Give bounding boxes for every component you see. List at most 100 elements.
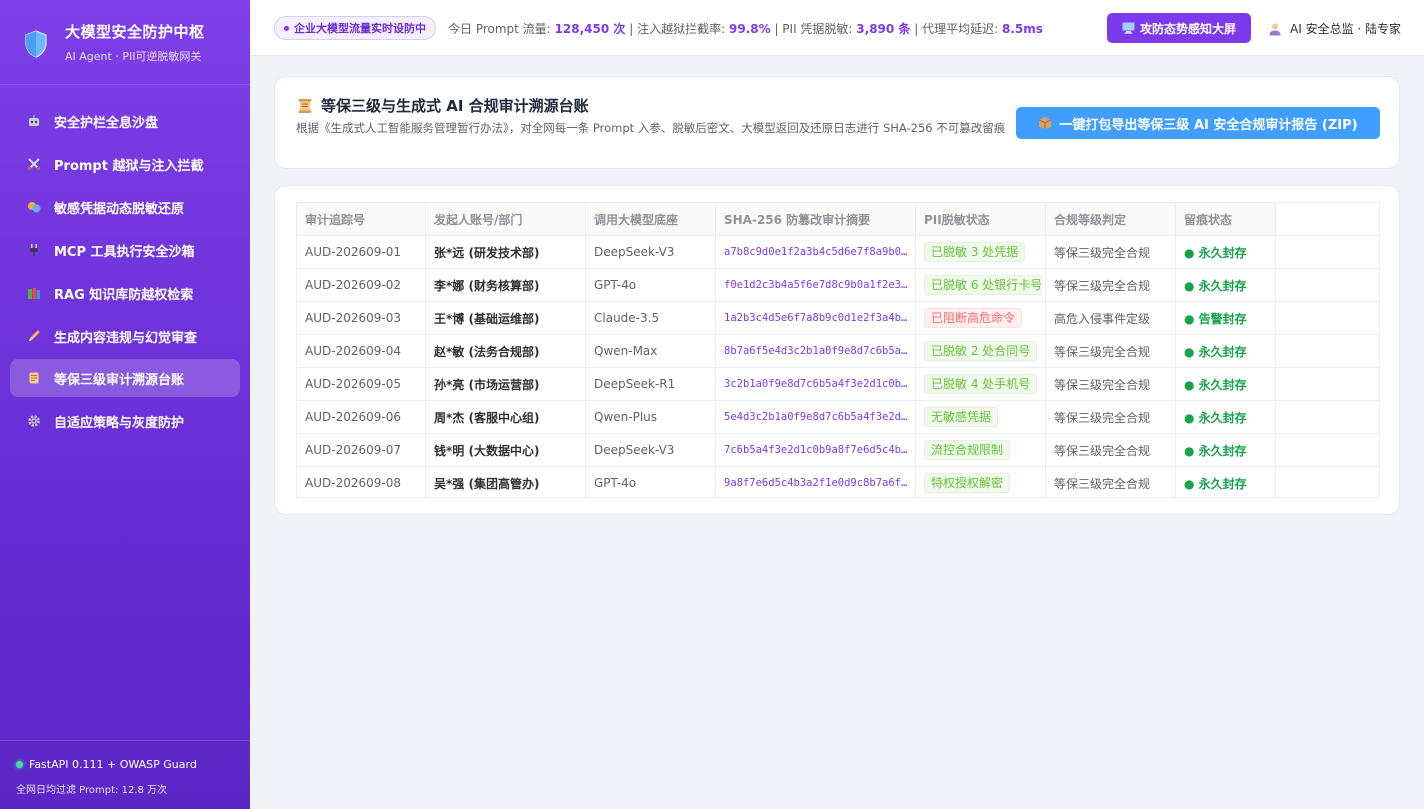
table-row[interactable]: AUD-202609-02 李*娜 (财务核算部) GPT-4o f0e1d2c3b4… bbox=[297, 269, 1381, 302]
pii-status-tag: 流控合规限制 bbox=[924, 440, 1011, 460]
requester: 吴*强 (集团高管办) bbox=[426, 467, 586, 499]
pii-status-wrap: 已脱敏 2 处合同号 bbox=[924, 341, 1042, 361]
table-row[interactable]: AUD-202609-07 钱*明 (大数据中心) DeepSeek-V3 7c6b5… bbox=[297, 434, 1381, 467]
archive-status: ● 永久封存 bbox=[1184, 278, 1247, 293]
service-status: FastAPI 0.111 + OWASP Guard bbox=[16, 758, 197, 771]
requester: 赵*敏 (法务合规部) bbox=[426, 335, 586, 367]
column-header[interactable]: PII脱敏状态 bbox=[916, 203, 1046, 235]
model-name: DeepSeek-V3 bbox=[586, 236, 716, 268]
pii-status-tag: 已脱敏 4 处手机号 bbox=[924, 374, 1038, 394]
requester: 王*博 (基础运维部) bbox=[426, 302, 586, 334]
sha256-digest: 9a8f7e6d5c4b3a2f1e0d9c8b7a6f5e4d bbox=[724, 477, 909, 489]
user-name: AI 安全总监 · 陆专家 bbox=[1290, 22, 1402, 36]
situation-screen-button[interactable]: 攻防态势感知大屏 bbox=[1107, 13, 1251, 43]
daily-filter-count: 全网日均过滤 Prompt: 12.8 万次 bbox=[16, 785, 168, 796]
column-header[interactable]: SHA-256 防篡改审计摘要 bbox=[716, 203, 916, 235]
live-dot-icon bbox=[284, 25, 289, 31]
audit-table: 审计追踪号 发起人账号/部门 调用大模型底座 SHA-256 防篡改审计摘要 P… bbox=[296, 202, 1381, 500]
sidebar-item-label: 自适应策略与灰度防护 bbox=[54, 415, 185, 431]
sha256-digest-cell: f0e1d2c3b4a5f6e7d8c9b0a1f2e3d4c5 bbox=[716, 269, 916, 301]
user-avatar-icon bbox=[1269, 23, 1281, 35]
sha256-digest: a7b8c9d0e1f2a3b4c5d6e7f8a9b0c1d2 bbox=[724, 246, 909, 258]
situation-screen-label: 攻防态势感知大屏 bbox=[1139, 21, 1236, 36]
sidebar-item-rag[interactable]: RAG 知识库防越权检索 bbox=[10, 274, 240, 312]
sha256-digest: 5e4d3c2b1a0f9e8d7c6b5a4f3e2d1c0b bbox=[724, 411, 909, 423]
pii-status-wrap: 已脱敏 4 处手机号 bbox=[924, 374, 1042, 394]
page-title: 等保三级与生成式 AI 合规审计溯源台账 bbox=[297, 95, 589, 116]
pii-status-wrap: 无敏感凭据 bbox=[924, 407, 1042, 427]
model-name: GPT-4o bbox=[586, 269, 716, 301]
sha256-digest-cell: 8b7a6f5e4d3c2b1a0f9e8d7c6b5a4f3e bbox=[716, 335, 916, 367]
sidebar: 大模型安全防护中枢 AI Agent · PII可逆脱敏网关 安全护栏全息沙盘 … bbox=[0, 0, 250, 809]
pii-status-tag: 已脱敏 3 处凭据 bbox=[924, 242, 1026, 262]
sidebar-item-audit-ledger[interactable]: 等保三级审计溯源台账 bbox=[10, 359, 240, 397]
pii-status-cell: 流控合规限制 bbox=[916, 434, 1046, 466]
compliance-level: 等保三级完全合规 bbox=[1046, 401, 1176, 433]
requester: 周*杰 (客服中心组) bbox=[426, 401, 586, 433]
pii-count-value: 3,890 条 bbox=[856, 22, 911, 36]
pii-status-wrap: 特权授权解密 bbox=[924, 473, 1042, 493]
requester: 张*远 (研发技术部) bbox=[426, 236, 586, 268]
table-row[interactable]: AUD-202609-08 吴*强 (集团高管办) GPT-4o 9a8f7e6d5c… bbox=[297, 467, 1381, 500]
requester: 李*娜 (财务核算部) bbox=[426, 269, 586, 301]
archive-status-cell: ● 永久封存 bbox=[1176, 401, 1276, 433]
compliance-level: 等保三级完全合规 bbox=[1046, 269, 1176, 301]
archive-status: ● 永久封存 bbox=[1184, 410, 1247, 425]
compliance-level: 等保三级完全合规 bbox=[1046, 467, 1176, 499]
block-rate-label: | 注入越狱拦截率: bbox=[629, 22, 726, 36]
table-row[interactable]: AUD-202609-05 孙*亮 (市场运营部) DeepSeek-R1 3c2b1… bbox=[297, 368, 1381, 401]
pii-status-wrap: 已阻断高危命令 bbox=[924, 308, 1042, 328]
table-header: 审计追踪号 发起人账号/部门 调用大模型底座 SHA-256 防篡改审计摘要 P… bbox=[297, 203, 1381, 236]
package-icon bbox=[1039, 117, 1052, 130]
pii-status-tag: 已阻断高危命令 bbox=[924, 308, 1023, 328]
table-row[interactable]: AUD-202609-01 张*远 (研发技术部) DeepSeek-V3 a7b8c… bbox=[297, 236, 1381, 269]
sidebar-item-masking[interactable]: 敏感凭据动态脱敏还原 bbox=[10, 188, 240, 226]
model-name: DeepSeek-V3 bbox=[586, 434, 716, 466]
pii-status-cell: 已脱敏 2 处合同号 bbox=[916, 335, 1046, 367]
archive-status-cell: ● 永久封存 bbox=[1176, 236, 1276, 268]
archive-status-cell: ● 告警封存 bbox=[1176, 302, 1276, 334]
table-row[interactable]: AUD-202609-06 周*杰 (客服中心组) Qwen-Plus 5e4d3c2… bbox=[297, 401, 1381, 434]
compliance-level: 等保三级完全合规 bbox=[1046, 434, 1176, 466]
user-profile[interactable]: AI 安全总监 · 陆专家 bbox=[1268, 20, 1401, 37]
table-row[interactable]: AUD-202609-04 赵*敏 (法务合规部) Qwen-Max 8b7a6f5e… bbox=[297, 335, 1381, 368]
export-report-button[interactable]: 一键打包导出等保三级 AI 安全合规审计报告 (ZIP) bbox=[1016, 107, 1380, 139]
latency-label: | 代理平均延迟: bbox=[914, 22, 999, 36]
column-header[interactable]: 合规等级判定 bbox=[1046, 203, 1176, 235]
sidebar-item-label: RAG 知识库防越权检索 bbox=[54, 287, 194, 303]
column-header[interactable]: 留痕状态 bbox=[1176, 203, 1276, 235]
column-header[interactable]: 审计追踪号 bbox=[297, 203, 426, 235]
sidebar-item-jailbreak[interactable]: Prompt 越狱与注入拦截 bbox=[10, 145, 240, 183]
pii-status-tag: 已脱敏 6 处银行卡号 bbox=[924, 275, 1042, 295]
model-name: DeepSeek-R1 bbox=[586, 368, 716, 400]
sha256-digest-cell: 7c6b5a4f3e2d1c0b9a8f7e6d5c4b3a2f bbox=[716, 434, 916, 466]
model-name: Claude-3.5 bbox=[586, 302, 716, 334]
column-header[interactable]: 发起人账号/部门 bbox=[426, 203, 586, 235]
pii-status-tag: 无敏感凭据 bbox=[924, 407, 999, 427]
sidebar-item-mcp[interactable]: MCP 工具执行安全沙箱 bbox=[10, 231, 240, 269]
mask-icon bbox=[27, 200, 41, 214]
audit-header-card: 等保三级与生成式 AI 合规审计溯源台账 根据《生成式人工智能服务管理暂行办法》… bbox=[274, 76, 1400, 169]
sha256-digest-cell: 1a2b3c4d5e6f7a8b9c0d1e2f3a4b5c6d bbox=[716, 302, 916, 334]
audit-id: AUD-202609-02 bbox=[297, 269, 426, 301]
sidebar-item-content-review[interactable]: 生成内容违规与幻觉审查 bbox=[10, 317, 240, 355]
audit-id: AUD-202609-08 bbox=[297, 467, 426, 499]
requester: 孙*亮 (市场运营部) bbox=[426, 368, 586, 400]
column-header[interactable]: 调用大模型底座 bbox=[586, 203, 716, 235]
traffic-stats: 今日 Prompt 流量: 128,450 次 | 注入越狱拦截率: 99.8%… bbox=[448, 20, 1043, 37]
sidebar-item-sandbox[interactable]: 安全护栏全息沙盘 bbox=[10, 102, 240, 140]
sidebar-item-label: MCP 工具执行安全沙箱 bbox=[54, 244, 195, 260]
sha256-digest: 7c6b5a4f3e2d1c0b9a8f7e6d5c4b3a2f bbox=[724, 444, 909, 456]
pii-status-wrap: 已脱敏 6 处银行卡号 bbox=[924, 275, 1042, 295]
topbar: 企业大模型流量实时设防中 今日 Prompt 流量: 128,450 次 | 注… bbox=[250, 0, 1424, 56]
live-status-badge: 企业大模型流量实时设防中 bbox=[274, 16, 436, 40]
archive-status-cell: ● 永久封存 bbox=[1176, 269, 1276, 301]
service-version: FastAPI 0.111 + OWASP Guard bbox=[29, 758, 197, 771]
sha256-digest: 1a2b3c4d5e6f7a8b9c0d1e2f3a4b5c6d bbox=[724, 312, 909, 324]
sha256-digest-cell: 5e4d3c2b1a0f9e8d7c6b5a4f3e2d1c0b bbox=[716, 401, 916, 433]
model-name: Qwen-Max bbox=[586, 335, 716, 367]
sidebar-item-adaptive-policy[interactable]: 自适应策略与灰度防护 bbox=[10, 402, 240, 440]
archive-status-cell: ● 永久封存 bbox=[1176, 368, 1276, 400]
archive-status: ● 永久封存 bbox=[1184, 245, 1247, 260]
table-row[interactable]: AUD-202609-03 王*博 (基础运维部) Claude-3.5 1a2b3c… bbox=[297, 302, 1381, 335]
